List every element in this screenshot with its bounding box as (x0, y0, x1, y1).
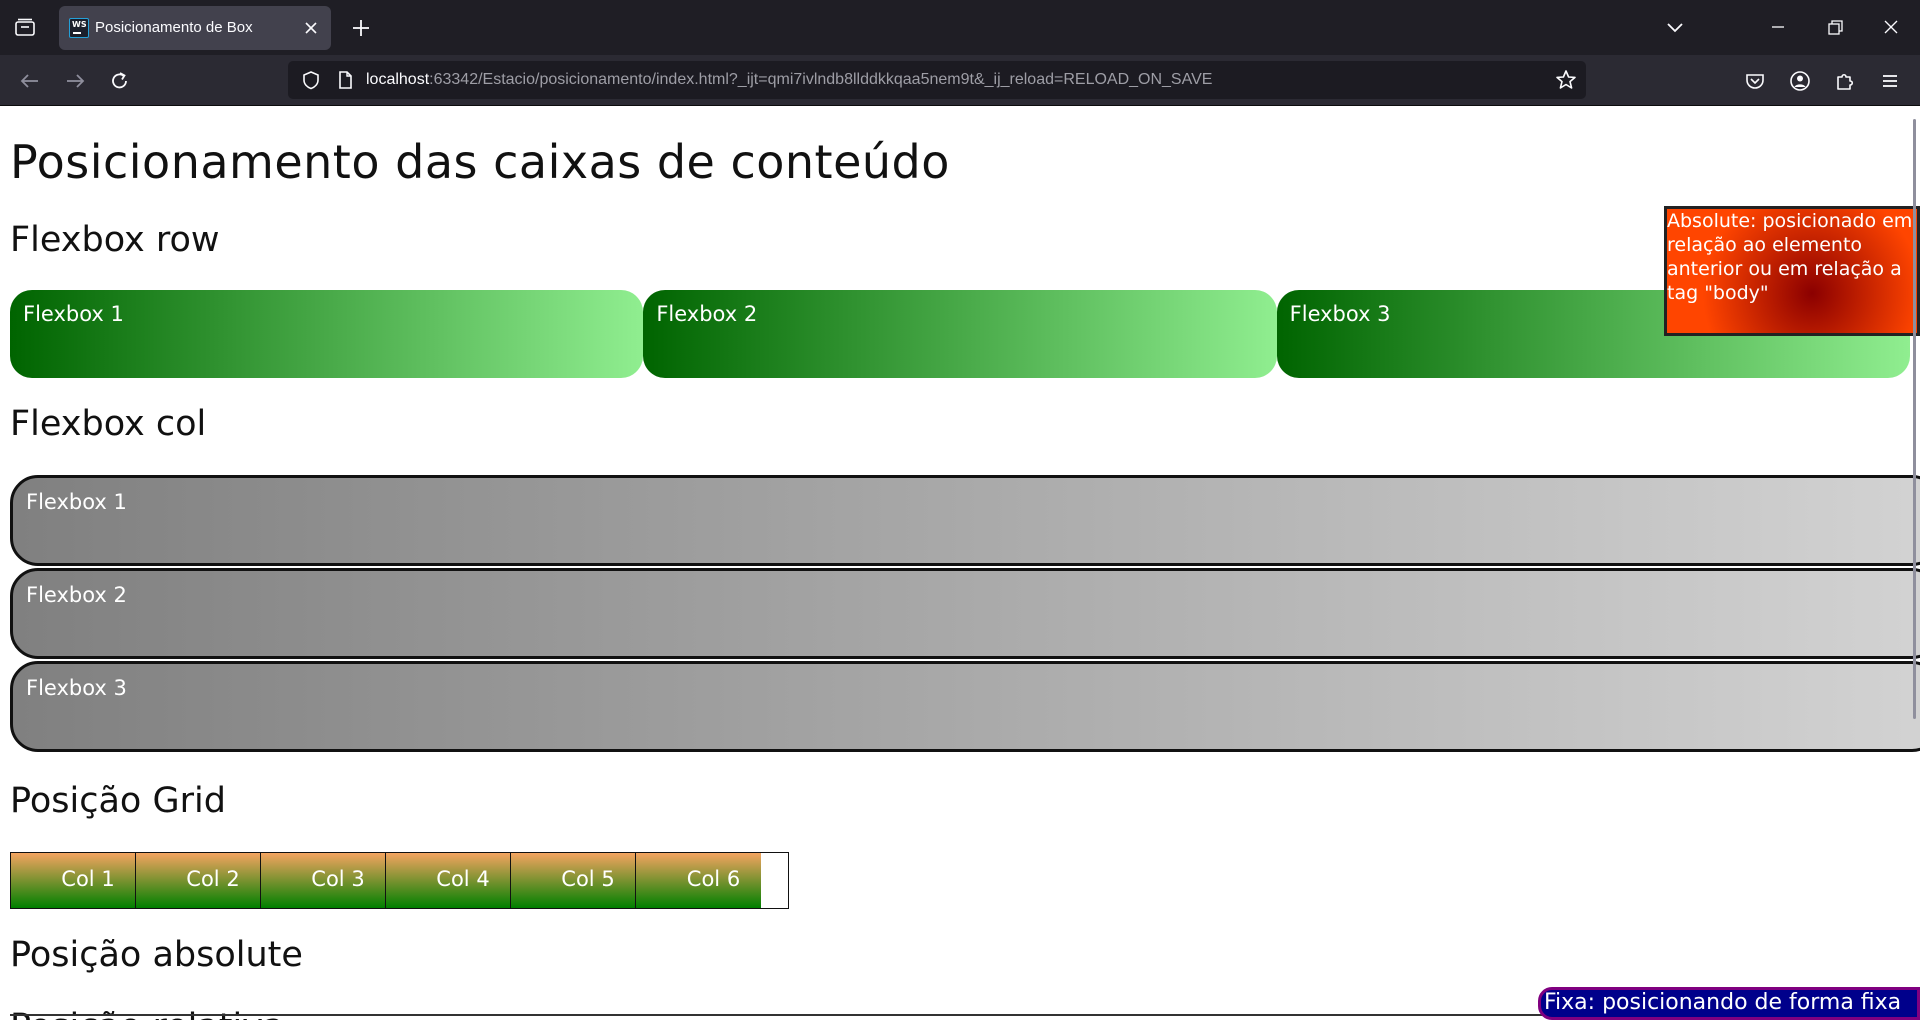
grid-cell: Col 6 (636, 853, 761, 908)
page-title: Posicionamento das caixas de conteúdo (10, 135, 950, 189)
flexbox-row-item: Flexbox 1 (10, 290, 644, 378)
back-arrow-icon[interactable] (15, 66, 45, 96)
restore-icon[interactable] (1820, 13, 1850, 43)
puzzle-icon[interactable] (1830, 66, 1860, 96)
absolute-heading: Posição absolute (10, 935, 303, 975)
star-icon[interactable] (1554, 68, 1578, 92)
tab-list-icon[interactable] (12, 16, 38, 40)
flexbox-col-heading: Flexbox col (10, 404, 207, 444)
grid-heading: Posição Grid (10, 781, 226, 821)
flexbox-col-item: Flexbox 3 (10, 661, 1920, 752)
grid-cell: Col 4 (386, 853, 511, 908)
absolute-positioned-box: Absolute: posicionado em relação ao elem… (1664, 206, 1920, 336)
pocket-icon[interactable] (1740, 66, 1770, 96)
minimize-icon[interactable] (1763, 13, 1793, 43)
shield-icon[interactable] (300, 69, 322, 91)
favicon-label: WS (72, 20, 87, 29)
hamburger-menu-icon[interactable] (1875, 66, 1905, 96)
flexbox-row-container: Flexbox 1 Flexbox 2 Flexbox 3 (10, 290, 1910, 378)
account-icon[interactable] (1785, 66, 1815, 96)
page-viewport[interactable]: Posicionamento das caixas de conteúdo Fl… (0, 107, 1920, 1020)
url-text[interactable]: localhost:63342/Estacio/posicionamento/i… (366, 71, 1212, 89)
url-host: localhost (366, 71, 430, 88)
plus-icon[interactable] (348, 15, 374, 41)
fixed-positioned-box: Fixa: posicionando de forma fixa (1538, 987, 1920, 1020)
grid-cell: Col 2 (136, 853, 261, 908)
flexbox-col-item: Flexbox 2 (10, 568, 1920, 659)
navigation-toolbar: localhost:63342/Estacio/posicionamento/i… (0, 55, 1920, 106)
flexbox-col-container: Flexbox 1 Flexbox 2 Flexbox 3 (10, 475, 1920, 754)
grid-cell: Col 1 (11, 853, 136, 908)
flexbox-row-item: Flexbox 2 (643, 290, 1277, 378)
grid-cell: Col 3 (261, 853, 386, 908)
tab-bar: WS Posicionamento de Box (0, 0, 1920, 55)
flexbox-row-heading: Flexbox row (10, 220, 220, 260)
forward-arrow-icon[interactable] (60, 66, 90, 96)
address-bar[interactable]: localhost:63342/Estacio/posicionamento/i… (288, 61, 1586, 99)
webstorm-favicon-icon: WS (69, 18, 89, 38)
grid-cell: Col 5 (511, 853, 636, 908)
browser-tab-active[interactable]: WS Posicionamento de Box (59, 6, 331, 50)
chevron-down-icon[interactable] (1660, 13, 1690, 43)
tab-title: Posicionamento de Box (95, 19, 253, 36)
reload-icon[interactable] (105, 66, 135, 96)
vertical-scrollbar[interactable] (1913, 119, 1916, 719)
flexbox-col-item: Flexbox 1 (10, 475, 1920, 566)
close-icon[interactable] (299, 16, 323, 40)
close-window-icon[interactable] (1876, 13, 1906, 43)
url-path: :63342/Estacio/posicionamento/index.html… (429, 71, 1213, 88)
grid-container: Col 1 Col 2 Col 3 Col 4 Col 5 Col 6 (10, 852, 789, 909)
page-icon[interactable] (334, 69, 356, 91)
